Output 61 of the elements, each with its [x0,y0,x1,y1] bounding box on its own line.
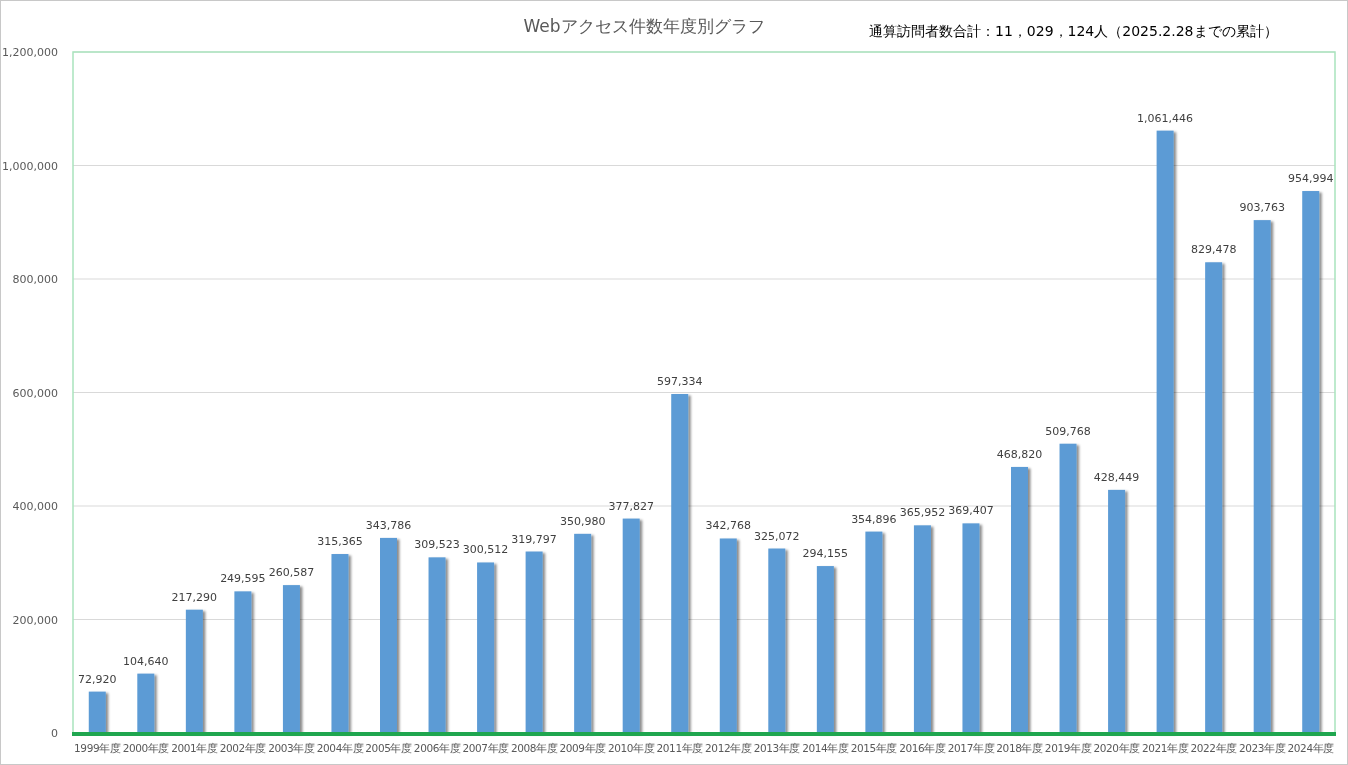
x-tick-label: 2011年度 [656,742,703,754]
total-visitors-note: 通算訪問者数合計：11，029，124人（2025.2.28までの累計） [869,23,1278,39]
data-label: 428,449 [1093,470,1140,484]
x-tick-label: 2016年度 [899,742,946,754]
data-label: 377,827 [608,499,654,513]
x-tick-label: 2010年度 [608,742,655,754]
y-tick-label: 600,000 [12,386,58,400]
x-tick-label: 2020年度 [1093,742,1140,754]
x-tick-label: 2008年度 [510,742,558,754]
y-tick-label: 400,000 [12,500,58,513]
data-label: 1,061,446 [1137,111,1194,125]
x-tick-label: 2009年度 [559,742,606,754]
data-label: 343,786 [365,518,412,532]
data-label: 369,407 [948,504,994,518]
data-label: 903,763 [1239,201,1285,215]
data-label: 319,797 [511,532,557,546]
data-label: 954,994 [1288,172,1334,186]
data-label: 342,768 [705,519,751,533]
x-tick-label: 2012年度 [705,742,752,754]
x-tick-label: 2002年度 [219,742,267,754]
y-tick-label: 200,000 [12,613,58,627]
chart-title: Webアクセス件数年度別グラフ [523,16,765,36]
x-tick-label: 2019年度 [1044,742,1092,754]
x-tick-label: 2004年度 [316,742,364,754]
data-label: 309,523 [414,538,460,552]
data-label: 300,512 [462,543,509,557]
data-label: 260,587 [268,566,315,580]
data-label: 354,896 [851,512,897,526]
x-tick-label: 1999年度 [74,742,121,754]
x-tick-label: 2006年度 [413,742,461,754]
data-label: 72,920 [78,672,117,686]
data-label: 325,072 [754,529,800,543]
data-label: 509,768 [1045,424,1091,438]
data-label: 249,595 [220,572,266,586]
data-label: 315,365 [317,535,363,549]
x-tick-label: 2001年度 [171,742,218,754]
x-tick-label: 2005年度 [365,742,412,754]
x-tick-label: 2023年度 [1239,742,1286,754]
x-tick-label: 2003年度 [268,742,315,754]
y-tick-label: 0 [51,727,58,740]
x-tick-label: 2013年度 [753,742,800,754]
data-label: 597,334 [657,375,703,388]
y-tick-label: 800,000 [12,273,58,286]
x-tick-label: 2014年度 [802,742,849,754]
x-tick-label: 2007年度 [462,742,509,754]
x-tick-label: 2017年度 [947,742,995,754]
x-tick-label: 2022年度 [1190,742,1237,754]
data-label: 294,155 [802,547,849,561]
y-tick-label: 1,200,000 [2,46,58,59]
data-label: 365,952 [899,506,946,520]
data-label: 468,820 [996,447,1043,461]
x-tick-label: 2021年度 [1141,742,1189,754]
x-tick-label: 2018年度 [996,742,1043,754]
data-label: 104,640 [123,654,169,668]
data-label: 217,290 [171,590,218,604]
data-label: 829,478 [1190,243,1237,257]
x-tick-label: 2024年度 [1287,742,1334,754]
data-label: 350,980 [559,514,606,528]
x-tick-label: 2000年度 [122,742,169,754]
x-tick-label: 2015年度 [850,742,898,754]
y-tick-label: 1,000,000 [2,159,58,173]
